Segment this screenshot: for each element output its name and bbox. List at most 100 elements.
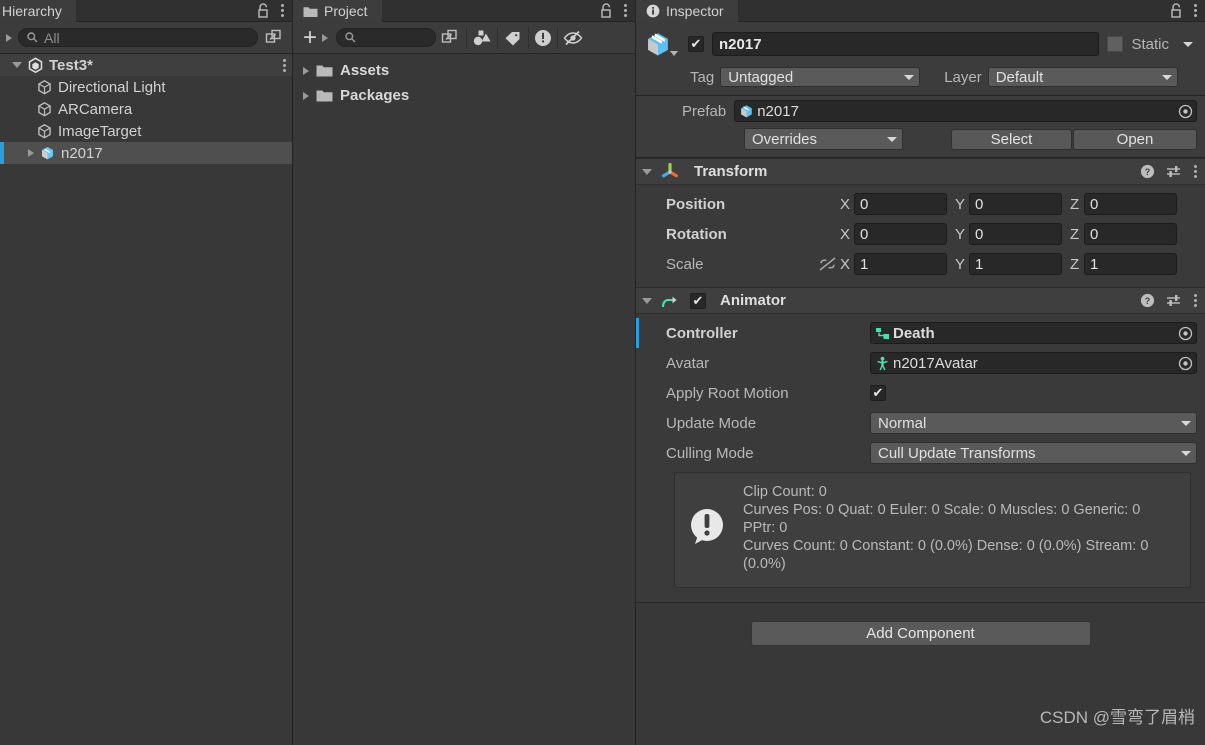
tag-dropdown[interactable]: Untagged xyxy=(720,67,921,87)
transform-title: Transform xyxy=(694,163,768,180)
rotation-label: Rotation xyxy=(666,225,727,243)
help-icon[interactable]: ? xyxy=(1140,164,1155,179)
expand-window-icon[interactable] xyxy=(440,28,460,48)
scene-expand-caret-icon[interactable] xyxy=(12,62,22,68)
lock-icon[interactable] xyxy=(1170,3,1183,18)
transform-position-row: Position X 0 Y 0 Z 0 xyxy=(644,189,1197,219)
layer-dropdown[interactable]: Default xyxy=(987,67,1178,87)
scale-z-input[interactable]: 1 xyxy=(1084,253,1177,275)
transform-menu-icon[interactable] xyxy=(1193,165,1197,178)
scale-y-input[interactable]: 1 xyxy=(969,253,1062,275)
rotation-z-input[interactable]: 0 xyxy=(1084,223,1177,245)
help-icon[interactable]: ? xyxy=(1140,293,1155,308)
create-dropdown-caret-icon[interactable] xyxy=(6,33,12,42)
prefab-dropdown-caret-icon[interactable] xyxy=(670,50,678,56)
inspector-menu-icon[interactable] xyxy=(1193,4,1197,17)
lock-icon[interactable] xyxy=(257,3,270,18)
hierarchy-item-imagetarget[interactable]: ImageTarget xyxy=(0,120,292,142)
hidden-packages-icon[interactable] xyxy=(557,26,588,49)
project-menu-icon[interactable] xyxy=(623,4,627,17)
open-button[interactable]: Open xyxy=(1073,128,1197,150)
animator-enabled-checkbox[interactable]: ✔ xyxy=(690,292,706,309)
rotation-y-input[interactable]: 0 xyxy=(969,223,1062,245)
project-item-label: Assets xyxy=(340,62,390,79)
axis-y-label: Y xyxy=(955,255,966,273)
preset-icon[interactable] xyxy=(1166,164,1182,179)
hierarchy-scene-row[interactable]: Test3* xyxy=(0,54,292,76)
project-tab-actions xyxy=(600,0,635,21)
object-picker-icon[interactable] xyxy=(1176,102,1194,120)
packages-expand-caret-icon[interactable] xyxy=(303,91,309,100)
animator-culling-mode-row: Culling Mode Cull Update Transforms xyxy=(644,438,1197,468)
expand-window-icon[interactable] xyxy=(264,28,284,48)
tab-project[interactable]: Project xyxy=(293,0,382,22)
tab-project-label: Project xyxy=(324,3,368,19)
select-button[interactable]: Select xyxy=(950,128,1073,150)
hierarchy-item-directional-light[interactable]: Directional Light xyxy=(0,76,292,98)
update-mode-dropdown[interactable]: Normal xyxy=(870,412,1197,434)
overrides-dropdown[interactable]: Overrides xyxy=(744,128,903,150)
gameobject-name-value: n2017 xyxy=(719,35,762,53)
gameobject-name-input[interactable]: n2017 xyxy=(712,32,1100,56)
static-dropdown-caret-icon[interactable] xyxy=(1183,41,1193,47)
controller-object-field[interactable]: Death xyxy=(870,322,1197,344)
animator-foldout-caret-icon[interactable] xyxy=(642,297,652,304)
avatar-icon xyxy=(875,356,890,371)
culling-mode-value: Cull Update Transforms xyxy=(878,444,1036,462)
static-checkbox[interactable] xyxy=(1107,36,1124,52)
animator-component-header[interactable]: ✔ Animator ? xyxy=(636,287,1205,314)
preset-icon[interactable] xyxy=(1166,293,1182,308)
update-mode-value: Normal xyxy=(878,414,927,432)
project-tabbar: Project xyxy=(293,0,635,22)
hierarchy-menu-icon[interactable] xyxy=(280,4,284,17)
hierarchy-search-input[interactable]: All xyxy=(18,28,258,47)
scene-menu-icon[interactable] xyxy=(282,58,286,72)
unity-scene-icon xyxy=(27,56,44,74)
transform-body: Position X 0 Y 0 Z 0 Rotation X 0 Y 0 Z … xyxy=(636,185,1205,287)
hierarchy-item-n2017[interactable]: n2017 xyxy=(0,142,292,164)
add-component-button[interactable]: Add Component xyxy=(750,621,1091,646)
layer-label: Layer xyxy=(944,68,982,86)
error-filter-icon[interactable] xyxy=(528,26,557,49)
animator-apply-root-motion-row: Apply Root Motion ✔ xyxy=(644,378,1197,408)
lock-icon[interactable] xyxy=(600,3,613,18)
tab-inspector[interactable]: Inspector xyxy=(636,0,738,22)
constrain-proportions-off-icon[interactable] xyxy=(816,256,838,272)
apply-root-motion-checkbox[interactable]: ✔ xyxy=(870,385,886,401)
scale-x-input[interactable]: 1 xyxy=(854,253,947,275)
create-asset-button[interactable]: + xyxy=(297,25,320,49)
project-search-input[interactable] xyxy=(336,28,437,47)
rotation-x-input[interactable]: 0 xyxy=(854,223,947,245)
object-picker-icon[interactable] xyxy=(1176,324,1194,342)
chevron-down-icon xyxy=(886,136,897,142)
animator-menu-icon[interactable] xyxy=(1193,294,1197,307)
filter-by-label-icon[interactable] xyxy=(497,26,528,49)
project-item-packages[interactable]: Packages xyxy=(293,83,635,108)
avatar-object-field[interactable]: n2017Avatar xyxy=(870,352,1197,374)
gameobject-name-row: ✔ n2017 Static xyxy=(644,28,1197,60)
project-toolbar: + xyxy=(293,22,635,54)
object-picker-icon[interactable] xyxy=(1176,354,1194,372)
position-y-input[interactable]: 0 xyxy=(969,193,1062,215)
culling-mode-dropdown[interactable]: Cull Update Transforms xyxy=(870,442,1197,464)
prefab-actions-row: Overrides Select Open xyxy=(644,128,1197,150)
prefab-icon[interactable] xyxy=(644,28,680,60)
create-dropdown-caret-icon[interactable] xyxy=(322,33,329,42)
hierarchy-toolbar: All xyxy=(0,22,292,54)
tag-label: Tag xyxy=(690,68,715,86)
transform-component-header[interactable]: Transform ? xyxy=(636,158,1205,185)
project-item-assets[interactable]: Assets xyxy=(293,58,635,83)
assets-expand-caret-icon[interactable] xyxy=(303,66,309,75)
prefab-object-field[interactable]: n2017 xyxy=(734,100,1197,122)
transform-foldout-caret-icon[interactable] xyxy=(642,168,652,175)
tab-hierarchy[interactable]: Hierarchy xyxy=(0,0,76,22)
tab-hierarchy-label: Hierarchy xyxy=(2,3,62,19)
hierarchy-item-arcamera[interactable]: ARCamera xyxy=(0,98,292,120)
gameobject-enabled-checkbox[interactable]: ✔ xyxy=(688,36,704,52)
controller-value: Death xyxy=(893,324,935,342)
hierarchy-item-label: ARCamera xyxy=(58,100,133,118)
position-x-input[interactable]: 0 xyxy=(854,193,947,215)
n2017-expand-caret-icon[interactable] xyxy=(28,149,34,157)
filter-by-type-icon[interactable] xyxy=(466,26,497,49)
position-z-input[interactable]: 0 xyxy=(1084,193,1177,215)
